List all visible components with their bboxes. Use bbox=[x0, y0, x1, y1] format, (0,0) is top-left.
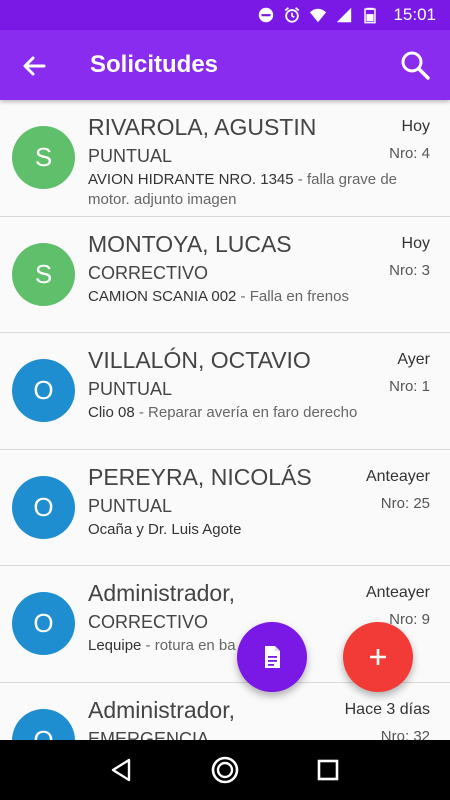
request-date: Hoy bbox=[401, 234, 430, 252]
request-kind: EMERGENCIA bbox=[88, 728, 210, 741]
request-vehicle: AVION HIDRANTE NRO. 1345 bbox=[88, 171, 294, 188]
request-number-label: Nro: bbox=[380, 494, 410, 512]
request-name: MONTOYA, LUCAS bbox=[88, 230, 292, 257]
back-triangle-icon bbox=[111, 758, 130, 782]
battery-icon bbox=[364, 7, 377, 24]
status-time: 15:01 bbox=[393, 5, 436, 24]
request-number: Nro: 32 bbox=[381, 728, 430, 741]
request-number-value: 1 bbox=[421, 378, 430, 395]
nav-home-button[interactable] bbox=[205, 750, 245, 790]
signal-icon bbox=[337, 7, 352, 23]
request-name: PEREYRA, NICOLÁS bbox=[88, 463, 312, 490]
new-document-button[interactable] bbox=[237, 622, 307, 692]
avatar: S bbox=[12, 126, 75, 189]
request-date: Anteayer bbox=[365, 467, 430, 485]
status-bar: 15:01 bbox=[0, 0, 450, 30]
request-date: Anteayer bbox=[365, 584, 430, 601]
request-name: Administrador, bbox=[88, 696, 236, 723]
request-kind: PUNTUAL bbox=[88, 379, 173, 399]
request-detail: - Falla en frenos bbox=[236, 287, 349, 305]
request-number-label: Nro: bbox=[389, 378, 418, 395]
request-number: Nro: 4 bbox=[389, 145, 430, 162]
add-button[interactable] bbox=[343, 622, 413, 692]
nav-back-button[interactable] bbox=[102, 750, 142, 790]
request-vehicle: CAMION SCANIA 002 bbox=[88, 287, 237, 305]
request-detail: - Reparar avería en faro derecho bbox=[134, 404, 358, 421]
request-number: Nro: 3 bbox=[389, 262, 430, 279]
nav-recents-button[interactable] bbox=[308, 750, 348, 790]
request-number-label: Nro: bbox=[389, 261, 418, 279]
do-not-disturb-icon bbox=[259, 7, 274, 23]
home-circle-icon bbox=[211, 756, 239, 784]
page-title: Solicitudes bbox=[90, 51, 219, 78]
request-description: CAMION SCANIA 002 - Falla en frenos bbox=[88, 287, 428, 307]
avatar-initial: O bbox=[33, 608, 54, 638]
request-number-label: Nro: bbox=[389, 145, 418, 162]
request-number: Nro: 1 bbox=[389, 378, 430, 395]
request-date: Hace 3 días bbox=[344, 700, 430, 718]
avatar-initial: S bbox=[34, 142, 53, 172]
request-kind: PUNTUAL bbox=[88, 495, 173, 516]
request-vehicle: Lequipe bbox=[88, 637, 142, 654]
alarm-icon bbox=[285, 7, 300, 23]
request-row[interactable]: S RIVAROLA, AGUSTIN PUNTUAL AVION HIDRAN… bbox=[0, 100, 450, 217]
request-name: RIVAROLA, AGUSTIN bbox=[88, 114, 317, 140]
navigation-bar bbox=[0, 740, 450, 800]
avatar-initial: S bbox=[34, 258, 53, 289]
request-number-value: 3 bbox=[421, 261, 430, 279]
request-number-value: 32 bbox=[413, 727, 430, 741]
request-row[interactable]: O PEREYRA, NICOLÁS PUNTUAL Ocaña y Dr. L… bbox=[0, 449, 450, 566]
request-kind: CORRECTIVO bbox=[88, 612, 209, 632]
request-date: Hoy bbox=[401, 118, 430, 135]
request-number: Nro: 9 bbox=[389, 611, 430, 628]
request-number-label: Nro: bbox=[380, 727, 410, 741]
request-number-value: 4 bbox=[421, 145, 430, 162]
request-description: AVION HIDRANTE NRO. 1345 - falla grave d… bbox=[88, 170, 428, 210]
request-name: VILLALÓN, OCTAVIO bbox=[88, 347, 311, 373]
avatar: O bbox=[12, 359, 75, 422]
request-number: Nro: 25 bbox=[381, 495, 430, 512]
arrow-back-icon[interactable] bbox=[18, 50, 50, 82]
avatar-initial: O bbox=[33, 375, 54, 405]
request-row[interactable]: O VILLALÓN, OCTAVIO PUNTUAL Clio 08 - Re… bbox=[0, 333, 450, 450]
avatar-initial: O bbox=[33, 491, 54, 522]
avatar: O bbox=[12, 475, 75, 539]
avatar-initial: O bbox=[33, 724, 54, 741]
avatar: O bbox=[12, 592, 75, 655]
search-icon[interactable] bbox=[398, 48, 432, 82]
add-icon bbox=[370, 649, 386, 665]
request-number-value: 25 bbox=[413, 494, 430, 512]
avatar: S bbox=[12, 242, 75, 306]
wifi-icon bbox=[310, 8, 327, 23]
screen: 15:01 Solicitudes S RIVAROLA, AGUSTIN PU… bbox=[0, 0, 450, 800]
avatar: O bbox=[12, 708, 75, 741]
request-description: Clio 08 - Reparar avería en faro derecho bbox=[88, 403, 428, 423]
app-bar: Solicitudes bbox=[0, 30, 450, 100]
request-row[interactable]: S MONTOYA, LUCAS CORRECTIVO CAMION SCANI… bbox=[0, 216, 450, 333]
request-name: Administrador, bbox=[88, 580, 236, 606]
request-date: Ayer bbox=[397, 351, 430, 368]
request-vehicle: Clio 08 bbox=[88, 404, 135, 421]
request-description: Ocaña y Dr. Luis Agote bbox=[88, 520, 428, 540]
request-kind: PUNTUAL bbox=[88, 146, 173, 166]
document-icon bbox=[265, 646, 280, 668]
recents-square-icon bbox=[318, 759, 339, 781]
request-vehicle: Ocaña y Dr. Luis Agote bbox=[88, 520, 242, 538]
request-number-value: 9 bbox=[421, 611, 430, 628]
request-kind: CORRECTIVO bbox=[88, 262, 209, 283]
request-detail: - rotura en ba bbox=[141, 637, 236, 654]
